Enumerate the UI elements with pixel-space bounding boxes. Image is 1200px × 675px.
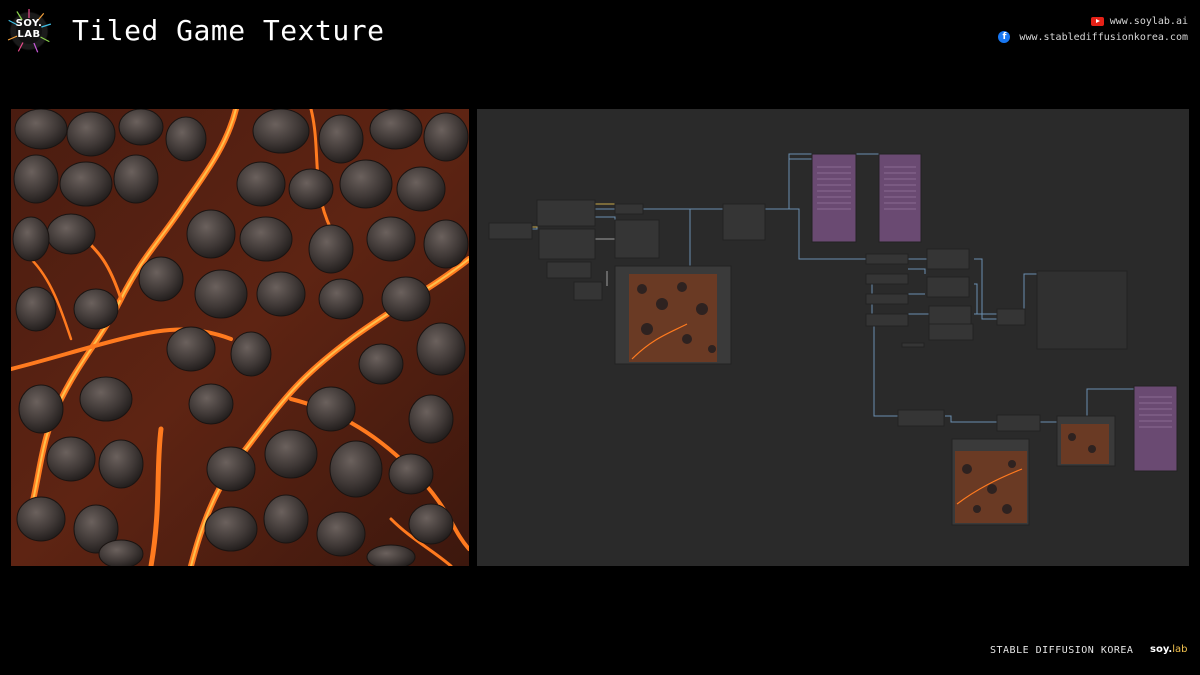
node-upscale-a <box>865 253 909 265</box>
node-sampler-b <box>722 203 766 241</box>
graph-nodes <box>488 153 1178 526</box>
facebook-icon: f <box>998 31 1011 43</box>
node-tile-a <box>926 248 970 270</box>
youtube-link[interactable]: www.soylab.ai <box>998 13 1188 29</box>
footer-logo-soy: soy. <box>1150 644 1173 655</box>
node-model-a <box>536 199 596 227</box>
facebook-link[interactable]: f www.stablediffusionkorea.com <box>998 29 1188 45</box>
node-note-3 <box>1133 385 1178 472</box>
node-clip-a <box>546 261 592 279</box>
node-lora <box>614 203 644 215</box>
facebook-link-text[interactable]: www.stablediffusionkorea.com <box>1019 32 1188 43</box>
logo-text-line1: SOY. <box>15 18 43 29</box>
youtube-icon <box>1090 16 1104 26</box>
node-upscale-c <box>865 293 909 305</box>
soylab-logo: SOY. LAB <box>6 8 52 54</box>
node-load-checkpoint <box>488 222 533 240</box>
logo-text-line2: LAB <box>17 29 41 40</box>
node-preview-empty <box>1036 270 1128 350</box>
youtube-link-text[interactable]: www.soylab.ai <box>1110 16 1188 27</box>
header-links: www.soylab.ai f www.stablediffusionkorea… <box>998 13 1188 45</box>
node-links-gray <box>595 237 616 286</box>
footer-logo: soy.lab <box>1150 644 1188 655</box>
preview-2-texture <box>1061 424 1109 464</box>
node-combine <box>996 308 1026 326</box>
node-small <box>901 342 925 348</box>
node-upscale-d <box>865 313 909 327</box>
footer-brand: STABLE DIFFUSION KOREA <box>990 645 1134 656</box>
logo-text: SOY. LAB <box>6 18 52 40</box>
node-sampler-a <box>614 219 660 259</box>
node-clip-b <box>573 281 603 301</box>
node-tile-d <box>928 323 974 341</box>
node-graph-svg <box>488 153 1178 526</box>
node-tile-c <box>928 305 972 327</box>
node-image-scale <box>996 414 1041 432</box>
node-model-b <box>538 228 596 260</box>
node-graph-canvas[interactable] <box>477 109 1189 566</box>
node-tile-b <box>926 276 970 298</box>
footer-logo-lab: lab <box>1172 644 1188 655</box>
lava-texture-image <box>11 109 469 566</box>
page-title: Tiled Game Texture <box>72 14 385 47</box>
node-vae-decode <box>897 409 945 427</box>
node-upscale-b <box>865 273 909 285</box>
